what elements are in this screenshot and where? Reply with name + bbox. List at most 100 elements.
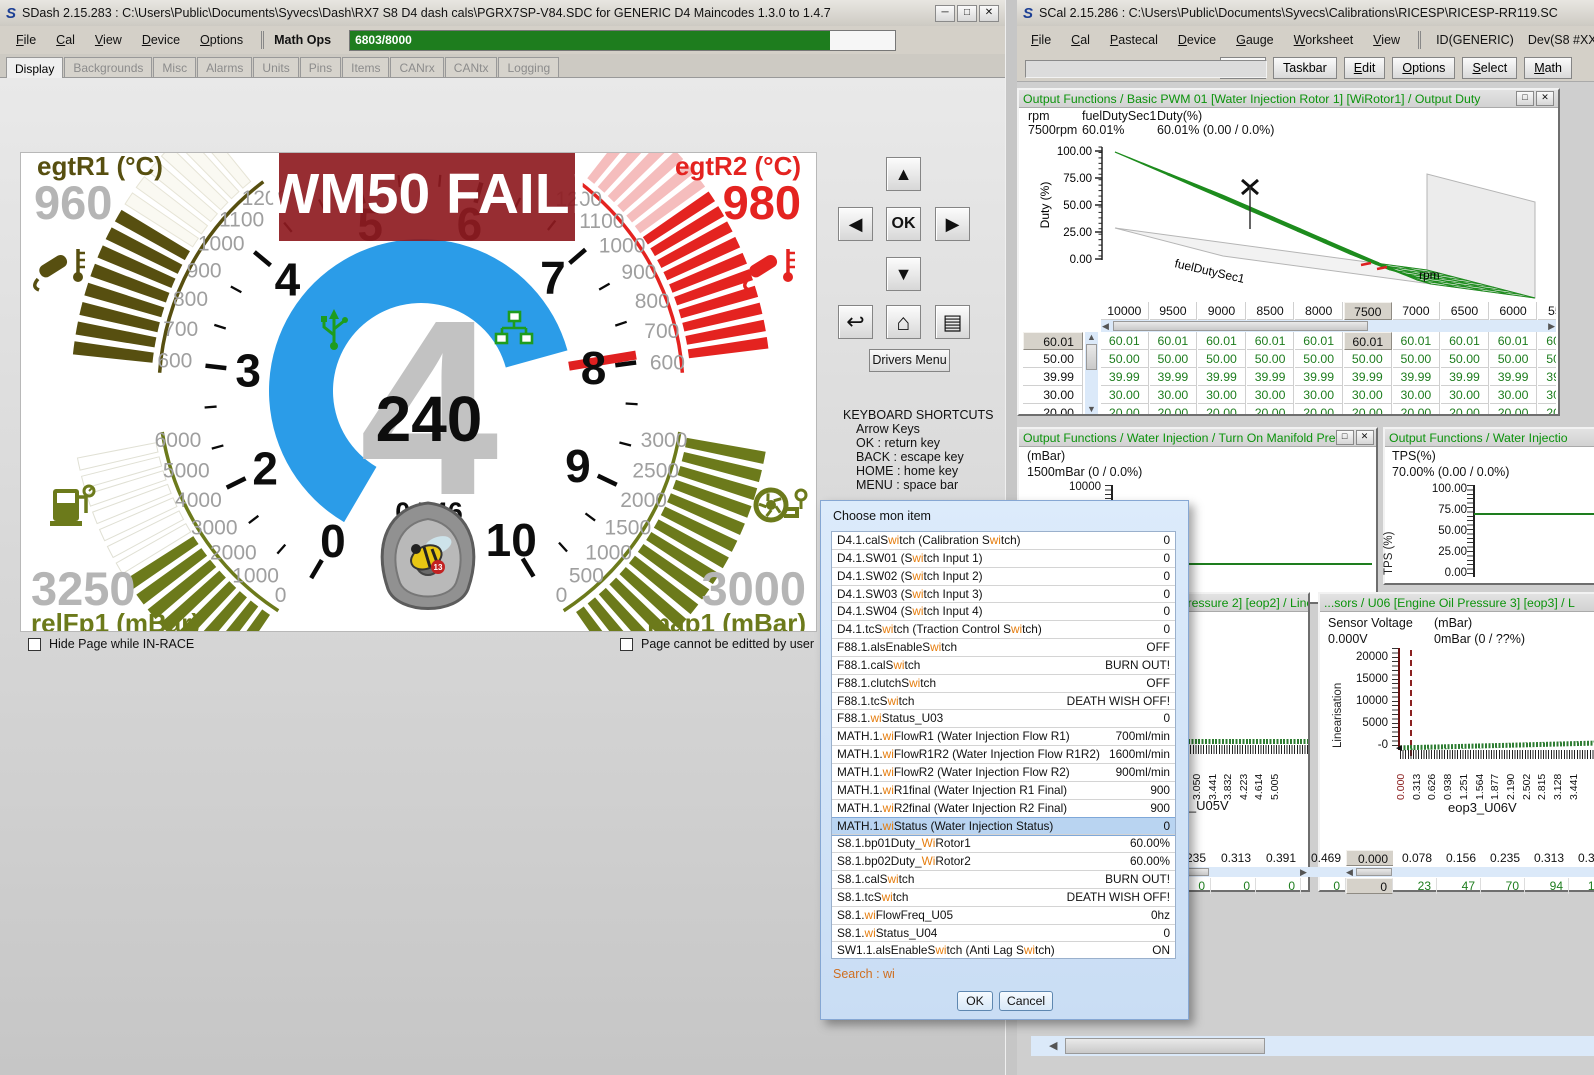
pwm-cell[interactable]: 20.00 xyxy=(1490,404,1538,414)
nav-ok-button[interactable]: OK xyxy=(886,207,921,241)
pwm-cell[interactable]: 60.01 xyxy=(1393,332,1441,350)
toolbar-options-button[interactable]: Options xyxy=(1392,57,1455,79)
mon-item[interactable]: D4.1.SW04 (Switch Input 4)0 xyxy=(832,603,1175,621)
close-icon[interactable]: ✕ xyxy=(1536,91,1554,106)
pwm-cell[interactable]: 50.00 xyxy=(1490,350,1538,368)
mon-item[interactable]: MATH.1.wiStatus (Water Injection Status)… xyxy=(832,818,1175,836)
scroll-down-arrow[interactable]: ▼ xyxy=(1087,404,1096,414)
page-lock-checkbox[interactable] xyxy=(620,638,633,651)
eop3-table-header[interactable]: 0.235 xyxy=(1481,850,1525,866)
nav-back-button[interactable]: ↩ xyxy=(838,305,873,339)
sdash-menu-file[interactable]: File xyxy=(6,30,46,50)
mon-item[interactable]: S8.1.bp01Duty_WiRotor160.00% xyxy=(832,835,1175,853)
scal-menu-worksheet[interactable]: Worksheet xyxy=(1284,30,1364,50)
pwm-cell[interactable]: 39.99 xyxy=(1538,368,1556,386)
tab-canrx[interactable]: CANrx xyxy=(390,57,443,77)
eop2-table-value[interactable]: 0 xyxy=(1301,878,1346,894)
hide-page-checkbox[interactable] xyxy=(28,638,41,651)
mon-item[interactable]: MATH.1.wiR2final (Water Injection R2 Fin… xyxy=(832,800,1175,818)
mon-item[interactable]: MATH.1.wiFlowR1 (Water Injection Flow R1… xyxy=(832,728,1175,746)
pwm-cell[interactable]: 39.99 xyxy=(1150,368,1198,386)
scal-menu-cal[interactable]: Cal xyxy=(1061,30,1100,50)
tab-pins[interactable]: Pins xyxy=(300,57,341,77)
pwm-cell[interactable]: 30.00 xyxy=(1393,386,1441,404)
eop3-table-value[interactable]: 70 xyxy=(1481,878,1525,894)
pwm-cell[interactable]: 60.01 xyxy=(1490,332,1538,350)
scroll-thumb[interactable] xyxy=(1065,1038,1265,1054)
pwm-cell[interactable]: 39.99 xyxy=(1441,368,1489,386)
scroll-left-arrow[interactable]: ◀ xyxy=(1049,1041,1057,1051)
pwm-map-window[interactable]: Output Functions / Basic PWM 01 [Water I… xyxy=(1017,88,1560,416)
pwm-cell[interactable]: 60.01 xyxy=(1198,332,1246,350)
pwm-cell[interactable]: 50.00 xyxy=(1150,350,1198,368)
mon-item[interactable]: SW1.1.alsEnableSwitch (Anti Lag Switch)O… xyxy=(832,942,1175,959)
mon-item[interactable]: S8.1.wiStatus_U040 xyxy=(832,925,1175,943)
sdash-menu-options[interactable]: Options xyxy=(190,30,253,50)
pwm-col-header[interactable]: 5500 xyxy=(1538,302,1556,320)
pwm-cell[interactable]: 20.00 xyxy=(1247,404,1295,414)
pwm-col-header[interactable]: 6000 xyxy=(1490,302,1538,320)
mon-item[interactable]: F88.1.alsEnableSwitchOFF xyxy=(832,639,1175,657)
pwm-row-header[interactable]: 50.00 xyxy=(1023,350,1083,368)
pwm-vscrollbar[interactable]: ▲▼ xyxy=(1085,332,1098,414)
pwm-cell[interactable]: 50.00 xyxy=(1441,350,1489,368)
eop3-table-header[interactable]: 0.000 xyxy=(1346,850,1393,866)
pwm-cell[interactable]: 60.01 xyxy=(1295,332,1343,350)
nav-left-button[interactable]: ◀ xyxy=(838,207,873,241)
scal-hscrollbar[interactable]: ◀ xyxy=(1031,1036,1594,1056)
pwm-cell[interactable]: 60.01 xyxy=(1247,332,1295,350)
mon-item[interactable]: D4.1.SW01 (Switch Input 1)0 xyxy=(832,550,1175,568)
eop2-table-value[interactable]: 0 xyxy=(1211,878,1256,894)
scroll-up-arrow[interactable]: ▲ xyxy=(1087,332,1096,342)
pwm-col-header[interactable]: 6500 xyxy=(1441,302,1489,320)
maximize-icon[interactable]: □ xyxy=(1336,430,1354,445)
tab-items[interactable]: Items xyxy=(342,57,389,77)
eop3-table-value[interactable]: 0 xyxy=(1346,878,1393,894)
mon-item[interactable]: F88.1.clutchSwitchOFF xyxy=(832,675,1175,693)
scal-menu-device[interactable]: Device xyxy=(1168,30,1226,50)
pwm-col-header[interactable]: 8500 xyxy=(1247,302,1295,320)
pwm-cell[interactable]: 20.00 xyxy=(1150,404,1198,414)
scroll-left-arrow[interactable]: ◀ xyxy=(1102,321,1109,331)
scroll-thumb[interactable] xyxy=(1086,344,1097,370)
pwm-cell[interactable]: 50.00 xyxy=(1295,350,1343,368)
tab-backgrounds[interactable]: Backgrounds xyxy=(64,57,152,77)
mon-item[interactable]: F88.1.wiStatus_U030 xyxy=(832,710,1175,728)
mon-item[interactable]: F88.1.tcSwitchDEATH WISH OFF! xyxy=(832,693,1175,711)
maximize-icon[interactable]: □ xyxy=(1516,91,1534,106)
pwm-cell[interactable]: 60.01 xyxy=(1344,332,1392,350)
pwm-cell[interactable]: 30.00 xyxy=(1247,386,1295,404)
eop2-table-value[interactable]: 0 xyxy=(1256,878,1301,894)
ok-button[interactable]: OK xyxy=(957,991,993,1011)
pwm-cell[interactable]: 60.01 xyxy=(1101,332,1149,350)
eop2-table-header[interactable]: 0.313 xyxy=(1211,850,1256,866)
pwm-cell[interactable]: 30.00 xyxy=(1538,386,1556,404)
pwm-cell[interactable]: 30.00 xyxy=(1101,386,1149,404)
mon-item[interactable]: S8.1.calSwitchBURN OUT! xyxy=(832,871,1175,889)
toolbar-select-button[interactable]: Select xyxy=(1462,57,1517,79)
pwm-cell[interactable]: 30.00 xyxy=(1441,386,1489,404)
pwm-col-header[interactable]: 8000 xyxy=(1295,302,1343,320)
eop3-table-header[interactable]: 0.156 xyxy=(1437,850,1481,866)
pwm-cell[interactable]: 60.01 xyxy=(1538,332,1556,350)
pwm-cell[interactable]: 20.00 xyxy=(1393,404,1441,414)
pwm-cell[interactable]: 20.00 xyxy=(1101,404,1149,414)
scal-menu-file[interactable]: File xyxy=(1021,30,1061,50)
pwm-cell[interactable]: 39.99 xyxy=(1490,368,1538,386)
mon-item[interactable]: D4.1.SW03 (Switch Input 3)0 xyxy=(832,586,1175,604)
nav-up-button[interactable]: ▲ xyxy=(886,157,921,191)
eop3-table-value[interactable]: 23 xyxy=(1393,878,1437,894)
mon-item[interactable]: MATH.1.wiFlowR1R2 (Water Injection Flow … xyxy=(832,746,1175,764)
eop3-table-header[interactable]: 0.078 xyxy=(1393,850,1437,866)
scroll-right-arrow[interactable]: ▶ xyxy=(1548,321,1555,331)
pwm-cell[interactable]: 50.00 xyxy=(1344,350,1392,368)
dash-display-page[interactable]: 1200110010009008007006001200110010009008… xyxy=(20,152,817,632)
tab-alarms[interactable]: Alarms xyxy=(197,57,252,77)
pwm-cell[interactable]: 60.01 xyxy=(1150,332,1198,350)
pwm-cell[interactable]: 20.00 xyxy=(1295,404,1343,414)
tab-misc[interactable]: Misc xyxy=(153,57,196,77)
eop3-window-titlebar[interactable]: ...sors / U06 [Engine Oil Pressure 3] [e… xyxy=(1320,594,1594,612)
scal-menu-view[interactable]: View xyxy=(1363,30,1410,50)
pwm-cell[interactable]: 39.99 xyxy=(1198,368,1246,386)
pwm-cell[interactable]: 20.00 xyxy=(1538,404,1556,414)
